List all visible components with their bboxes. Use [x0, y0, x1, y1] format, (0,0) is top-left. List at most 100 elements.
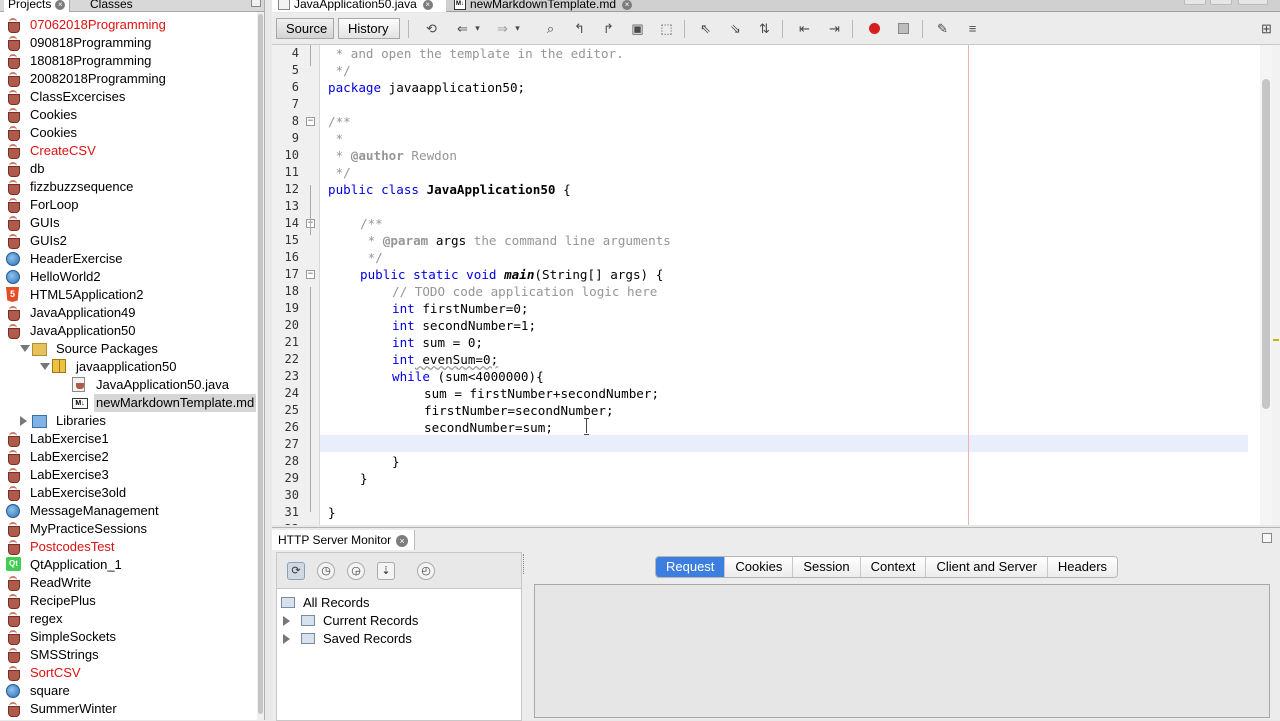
tree-item[interactable]: LabExercise3 [0, 466, 258, 484]
tree-item[interactable]: HeaderExercise [0, 250, 258, 268]
fold-collapse-icon[interactable]: − [306, 270, 315, 279]
tree-item[interactable]: 20082018Programming [0, 70, 258, 88]
tree-item[interactable]: PostcodesTest [0, 538, 258, 556]
tree-item[interactable]: 5 HTML5Application2 [0, 286, 258, 304]
pane-splitter[interactable] [522, 552, 526, 721]
sort-alphabetical-icon[interactable]: ⇣ [377, 562, 395, 580]
window-list-button[interactable] [1238, 0, 1268, 5]
editor-scrollbar[interactable] [1260, 45, 1272, 525]
find-previous-icon[interactable]: ↰ [571, 20, 588, 37]
tree-item[interactable]: SortCSV [0, 664, 258, 682]
collapse-arrow-icon[interactable] [20, 345, 30, 352]
split-editor-icon[interactable]: ⊞ [1258, 20, 1275, 37]
tree-item[interactable]: Cookies [0, 106, 258, 124]
tree-item[interactable]: ReadWrite [0, 574, 258, 592]
tree-item[interactable]: regex [0, 610, 258, 628]
tree-item[interactable]: Qt QtApplication_1 [0, 556, 258, 574]
tree-item[interactable]: GUIs [0, 214, 258, 232]
tab-javaapplication50-java[interactable]: JavaApplication50.java × [272, 0, 446, 12]
tree-item[interactable]: ClassExcercises [0, 88, 258, 106]
find-icon[interactable]: ⌕ [542, 20, 559, 37]
tree-item[interactable]: square [0, 682, 258, 700]
tree-item[interactable]: SimpleSockets [0, 628, 258, 646]
toggle-bookmark-icon[interactable]: ⇅ [756, 20, 773, 37]
history-button[interactable]: History [338, 18, 400, 39]
tree-item[interactable]: 07062018Programming [0, 16, 258, 34]
previous-bookmark-icon[interactable]: ⇖ [697, 20, 714, 37]
sort-time-descending-icon[interactable]: ◶ [347, 562, 365, 580]
close-tab-icon[interactable]: × [622, 0, 633, 10]
tab-http-server-monitor[interactable]: HTTP Server Monitor × [272, 530, 416, 550]
tree-item[interactable]: ForLoop [0, 196, 258, 214]
code-editor[interactable]: 45678−91011121314−151617−181920212223242… [272, 45, 1280, 525]
find-next-icon[interactable]: ↱ [600, 20, 617, 37]
shift-right-icon[interactable]: ⇥ [826, 20, 843, 37]
tree-item[interactable]: db [0, 160, 258, 178]
last-edit-icon[interactable]: ⟲ [423, 20, 440, 37]
warning-marker[interactable] [1273, 339, 1279, 341]
tree-item[interactable]: 090818Programming [0, 34, 258, 52]
close-icon[interactable]: × [55, 0, 66, 10]
start-macro-recording-icon[interactable] [869, 23, 880, 34]
tab-client-and-server[interactable]: Client and Server [926, 557, 1048, 577]
tree-item[interactable]: javaapplication50 [0, 358, 258, 376]
tree-item[interactable]: 180818Programming [0, 52, 258, 70]
projects-scrollbar[interactable] [257, 12, 264, 720]
tab-request[interactable]: Request [656, 557, 726, 577]
error-stripe[interactable] [1272, 45, 1280, 525]
expand-arrow-icon[interactable] [20, 416, 27, 426]
close-icon[interactable]: × [396, 534, 409, 547]
next-bookmark-icon[interactable]: ⇘ [727, 20, 744, 37]
close-tab-icon[interactable]: × [422, 0, 433, 10]
timestamp-icon[interactable]: ◴ [417, 562, 435, 580]
tab-headers[interactable]: Headers [1047, 557, 1118, 577]
expand-arrow-icon[interactable] [283, 634, 290, 644]
scroll-tabs-left-button[interactable] [1184, 0, 1206, 5]
minimize-panel-icon[interactable] [1262, 533, 1272, 543]
tree-item[interactable]: M↓ newMarkdownTemplate.md [0, 394, 258, 412]
toggle-rect-selection-icon[interactable]: ⬚ [658, 20, 675, 37]
sort-time-ascending-icon[interactable]: ◷ [317, 562, 335, 580]
expand-arrow-icon[interactable] [283, 616, 290, 626]
tree-item[interactable]: SMSStrings [0, 646, 258, 664]
tree-item[interactable]: JavaApplication49 [0, 304, 258, 322]
tab-projects[interactable]: Projects × [4, 0, 71, 12]
tab-newmarkdowntemplate-md[interactable]: M↓ newMarkdownTemplate.md × [448, 0, 644, 12]
tab-classes[interactable]: Classes [84, 0, 137, 12]
tree-item[interactable]: JavaApplication50.java [0, 376, 258, 394]
tree-item[interactable]: JavaApplication50 [0, 322, 258, 340]
editor-scrollbar-thumb[interactable] [1262, 79, 1270, 409]
tree-item[interactable]: GUIs2 [0, 232, 258, 250]
line-number: 19 [284, 301, 299, 315]
tree-item[interactable]: MyPracticeSessions [0, 520, 258, 538]
tree-item[interactable]: CreateCSV [0, 142, 258, 160]
tree-item[interactable]: LabExercise3old [0, 484, 258, 502]
tree-item[interactable]: LabExercise2 [0, 448, 258, 466]
collapse-arrow-icon[interactable] [40, 363, 50, 370]
source-button[interactable]: Source [276, 18, 334, 39]
stop-macro-recording-icon[interactable] [898, 23, 909, 34]
comment-icon[interactable]: ✎ [934, 20, 951, 37]
tree-item[interactable]: MessageManagement [0, 502, 258, 520]
scroll-tabs-right-button[interactable] [1210, 0, 1232, 5]
tree-item[interactable]: SummerWinter [0, 700, 258, 718]
projects-scrollbar-thumb[interactable] [258, 14, 263, 714]
chevron-down-icon[interactable]: ▾ [509, 20, 526, 37]
toggle-highlight-icon[interactable]: ▣ [629, 20, 646, 37]
chevron-down-icon[interactable]: ▾ [469, 20, 486, 37]
tab-session[interactable]: Session [793, 557, 861, 577]
tree-item[interactable]: RecipePlus [0, 592, 258, 610]
fold-collapse-icon[interactable]: − [306, 117, 315, 126]
tree-item[interactable]: HelloWorld2 [0, 268, 258, 286]
shift-left-icon[interactable]: ⇤ [796, 20, 813, 37]
uncomment-icon[interactable]: ≡ [964, 20, 981, 37]
tree-item[interactable]: LabExercise1 [0, 430, 258, 448]
minimize-panel-icon[interactable] [251, 0, 261, 7]
reload-icon[interactable]: ⟳ [287, 562, 305, 580]
tab-cookies[interactable]: Cookies [725, 557, 794, 577]
tree-item[interactable]: Source Packages [0, 340, 258, 358]
tree-item[interactable]: fizzbuzzsequence [0, 178, 258, 196]
tree-item[interactable]: Cookies [0, 124, 258, 142]
tree-item[interactable]: Libraries [0, 412, 258, 430]
tab-context[interactable]: Context [860, 557, 927, 577]
